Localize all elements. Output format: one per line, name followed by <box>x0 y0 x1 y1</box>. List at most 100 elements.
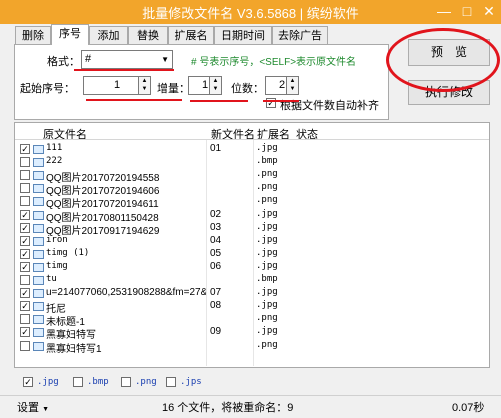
original-file-name: 111 <box>46 143 63 153</box>
original-file-name: u=214077060,2531908288&fm=27&gp=0 <box>46 287 206 299</box>
start-number-label: 起始序号： <box>20 83 75 95</box>
tab-sequence[interactable]: 序号 <box>51 24 89 45</box>
filter-label: .jps <box>180 377 202 387</box>
settings-label: 设置 <box>17 402 39 414</box>
image-file-icon <box>33 223 44 233</box>
list-item[interactable]: ✓ iron 04 .jpg <box>16 235 488 248</box>
filter-label: .jpg <box>37 377 59 387</box>
image-file-icon <box>33 236 44 246</box>
tab-extension[interactable]: 扩展名 <box>168 26 214 44</box>
spin-arrows-icon[interactable]: ▲ ▼ <box>209 77 221 94</box>
chevron-down-icon[interactable]: ▼ <box>161 51 169 68</box>
list-item[interactable]: ✓ timg 06 .jpg <box>16 261 488 274</box>
file-checkbox[interactable] <box>20 314 30 325</box>
file-checkbox[interactable] <box>20 340 30 351</box>
image-file-icon <box>33 262 44 272</box>
annotation-circle <box>386 28 500 92</box>
image-file-icon <box>33 315 44 325</box>
file-checkbox[interactable]: ✓ <box>20 222 30 233</box>
list-item[interactable]: QQ图片20170720194558 .png <box>16 169 488 184</box>
increment-stepper[interactable]: 1 ▲ ▼ <box>188 76 222 95</box>
image-file-icon <box>33 158 44 168</box>
file-checkbox[interactable]: ✓ <box>20 327 30 338</box>
list-item[interactable]: 222 .bmp <box>16 156 488 169</box>
new-file-name: 06 <box>210 260 222 272</box>
filter-checkbox[interactable] <box>73 377 83 387</box>
filter-checkbox[interactable] <box>121 377 131 387</box>
tab-replace[interactable]: 替换 <box>128 26 168 44</box>
file-extension: .png <box>256 313 278 324</box>
file-checkbox[interactable] <box>20 196 30 207</box>
start-number-stepper[interactable]: 1 ▲ ▼ <box>83 76 151 95</box>
status-summary: 16 个文件，将被重命名：9 <box>162 402 294 414</box>
original-file-name: 黑寡妇特写1 <box>46 343 102 355</box>
filter-checkbox[interactable]: ✓ <box>23 377 33 387</box>
original-file-name: 222 <box>46 156 63 167</box>
settings-menu[interactable]: 设置 ▼ <box>17 399 49 415</box>
list-item[interactable]: ✓ QQ图片20170801150428 02 .jpg <box>16 208 488 224</box>
annotation-underline <box>74 69 174 71</box>
file-checkbox[interactable] <box>20 275 30 285</box>
list-header-divider <box>15 139 489 140</box>
file-checkbox[interactable] <box>20 183 30 194</box>
original-file-name: timg <box>46 260 68 271</box>
file-checkbox[interactable]: ✓ <box>20 301 30 312</box>
file-extension: .png <box>256 339 278 350</box>
file-extension: .jpg <box>256 208 278 219</box>
tab-datetime[interactable]: 日期时间 <box>214 26 272 44</box>
file-checkbox[interactable] <box>20 170 30 181</box>
maximize-button[interactable]: □ <box>455 0 479 24</box>
new-file-name: 02 <box>210 208 222 220</box>
minimize-button[interactable]: — <box>432 0 456 24</box>
file-checkbox[interactable] <box>20 157 30 168</box>
filter-label: .bmp <box>87 377 109 387</box>
file-extension: .png <box>256 195 278 206</box>
file-checkbox[interactable]: ✓ <box>20 209 30 220</box>
original-file-name: tu <box>46 274 57 284</box>
list-item[interactable]: ✓ 111 01 .jpg <box>16 143 488 156</box>
file-checkbox[interactable]: ✓ <box>20 288 30 299</box>
file-checkbox[interactable]: ✓ <box>20 235 30 246</box>
window-title: 批量修改文件名 V3.6.5868 | 缤纷软件 <box>142 6 359 21</box>
tab-add[interactable]: 添加 <box>89 26 128 44</box>
list-item[interactable]: ✓ 托尼 08 .jpg <box>16 300 488 315</box>
digits-label: 位数： <box>231 83 264 95</box>
chevron-down-icon: ▼ <box>42 406 49 413</box>
file-extension: .bmp <box>256 156 278 167</box>
digits-stepper[interactable]: 2 ▲ ▼ <box>265 76 299 95</box>
increment-value: 1 <box>201 79 209 91</box>
list-item[interactable]: 未标题-1 .png <box>16 313 488 328</box>
close-button[interactable]: ✕ <box>477 0 501 24</box>
list-item[interactable]: QQ图片20170720194606 .png <box>16 182 488 197</box>
annotation-underline <box>263 100 299 102</box>
image-file-icon <box>33 341 44 351</box>
file-extension: .jpg <box>256 326 278 337</box>
new-file-name: 03 <box>210 221 222 233</box>
tab-remove-ads[interactable]: 去除广告 <box>272 26 328 44</box>
spin-arrows-icon[interactable]: ▲ ▼ <box>286 77 298 94</box>
list-item[interactable]: 黑寡妇特写1 .png <box>16 339 488 355</box>
format-combobox[interactable]: # ▼ <box>81 50 173 69</box>
start-number-value: 1 <box>113 79 121 91</box>
file-checkbox[interactable]: ✓ <box>20 144 30 154</box>
list-item[interactable]: QQ图片20170720194611 .png <box>16 195 488 210</box>
list-item[interactable]: ✓ timg (1) 05 .jpg <box>16 248 488 261</box>
new-file-name: 04 <box>210 234 222 246</box>
file-checkbox[interactable]: ✓ <box>20 261 30 272</box>
list-item[interactable]: ✓ QQ图片20170917194629 03 .jpg <box>16 221 488 237</box>
filter-checkbox[interactable] <box>166 377 176 387</box>
file-checkbox[interactable]: ✓ <box>20 248 30 259</box>
increment-label: 增量： <box>157 83 190 95</box>
format-hint: # 号表示序号，<SELF>表示原文件名 <box>191 57 357 68</box>
annotation-underline <box>190 100 248 102</box>
tab-delete[interactable]: 删除 <box>15 26 51 44</box>
image-file-icon <box>33 210 44 220</box>
list-item[interactable]: ✓ u=214077060,2531908288&fm=27&gp=0 07 .jpg <box>16 287 488 300</box>
list-item[interactable]: tu .bmp <box>16 274 488 287</box>
spin-arrows-icon[interactable]: ▲ ▼ <box>138 77 150 94</box>
file-extension: .jpg <box>256 221 278 232</box>
annotation-underline <box>86 99 182 101</box>
image-file-icon <box>33 289 44 299</box>
file-extension: .jpg <box>256 287 278 298</box>
list-item[interactable]: ✓ 黑寡妇特写 09 .jpg <box>16 326 488 341</box>
